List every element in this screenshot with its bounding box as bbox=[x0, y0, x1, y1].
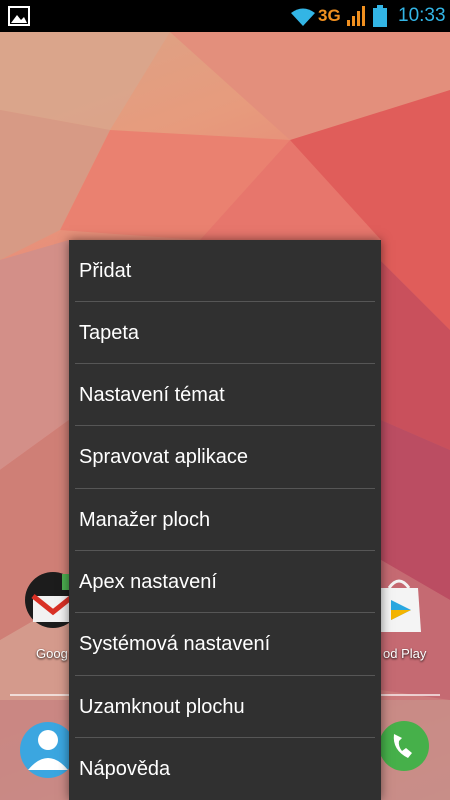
menu-item-systemova-nastaveni[interactable]: Systémová nastavení bbox=[69, 613, 381, 675]
battery-icon bbox=[373, 5, 387, 27]
menu-item-napoveda[interactable]: Nápověda bbox=[69, 738, 381, 800]
gmail-label: Goog bbox=[36, 646, 68, 661]
signal-icon bbox=[347, 6, 365, 26]
wifi-icon bbox=[291, 8, 315, 26]
menu-item-spravovat-aplikace[interactable]: Spravovat aplikace bbox=[69, 426, 381, 488]
clock: 10:33 bbox=[398, 5, 446, 26]
context-menu: Přidat Tapeta Nastavení témat Spravovat … bbox=[69, 240, 381, 800]
play-store-icon[interactable] bbox=[374, 574, 424, 634]
play-store-label: od Play bbox=[383, 646, 427, 661]
menu-item-uzamknout-plochu[interactable]: Uzamknout plochu bbox=[69, 676, 381, 738]
gallery-notification-icon bbox=[8, 6, 30, 26]
status-bar: 3G 10:33 bbox=[0, 0, 450, 32]
network-type: 3G bbox=[318, 6, 341, 25]
menu-item-nastaveni-temat[interactable]: Nastavení témat bbox=[69, 364, 381, 426]
menu-item-tapeta[interactable]: Tapeta bbox=[69, 302, 381, 364]
menu-item-manazer-ploch[interactable]: Manažer ploch bbox=[69, 489, 381, 551]
menu-item-pridat[interactable]: Přidat bbox=[69, 240, 381, 302]
phone-icon[interactable] bbox=[378, 720, 430, 772]
menu-item-apex-nastaveni[interactable]: Apex nastavení bbox=[69, 551, 381, 613]
